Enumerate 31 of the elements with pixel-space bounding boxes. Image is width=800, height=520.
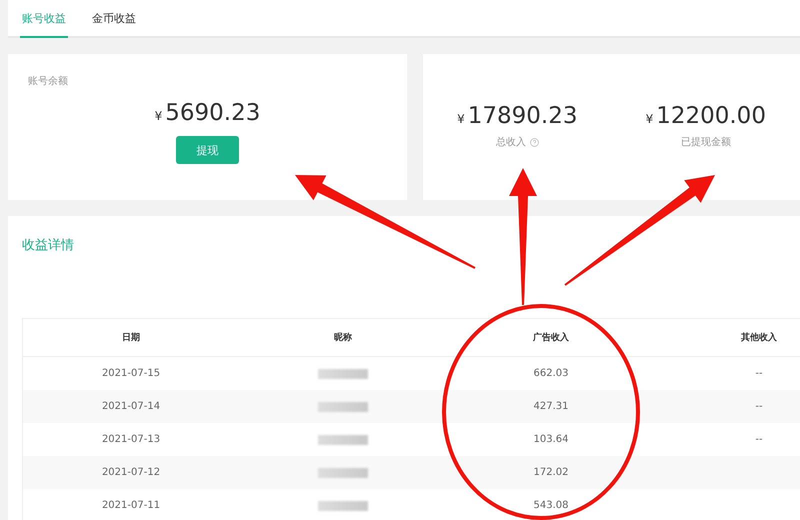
total-label: 总收入 (496, 136, 526, 149)
other-income-cell-text: -- (754, 434, 764, 445)
withdraw-button[interactable]: 提现 (176, 136, 240, 164)
other-income-cell-text: -- (754, 368, 764, 379)
date-cell-text: 2021-07-14 (100, 401, 162, 412)
tab[interactable]: 账号收益 (20, 0, 68, 38)
total-amount: 12200.00 (656, 103, 766, 129)
total-amount: 17890.23 (468, 103, 578, 129)
column-header: 昵称 (333, 332, 353, 344)
date-cell-text: 2021-07-11 (100, 500, 162, 511)
column-header: 广告收入 (532, 331, 570, 344)
balance-label: 账号余额 (28, 74, 68, 88)
date-cell-text: 2021-07-15 (100, 368, 162, 379)
currency-symbol: ¥ (154, 109, 162, 123)
other-income-cell-text: -- (754, 401, 764, 412)
details-title: 收益详情 (22, 237, 75, 254)
total-label: 已提现金额 (680, 136, 731, 149)
balance-amount: 5690.23 (165, 100, 260, 126)
tab[interactable]: 金币收益 (90, 0, 138, 38)
currency-symbol: ¥ (457, 112, 465, 126)
date-cell-text: 2021-07-13 (100, 434, 162, 445)
currency-symbol: ¥ (646, 112, 654, 126)
help-icon[interactable] (530, 138, 539, 146)
column-header: 日期 (121, 332, 141, 344)
date-cell-text: 2021-07-12 (100, 467, 162, 478)
ad-income-cell-text: 172.02 (532, 467, 570, 478)
ad-income-cell-text: 662.03 (532, 368, 570, 379)
column-header: 其他收入 (740, 331, 778, 344)
ad-income-cell-text: 103.64 (532, 434, 570, 445)
ad-income-cell-text: 427.31 (532, 401, 570, 412)
ad-income-cell-text: 543.08 (532, 500, 570, 511)
